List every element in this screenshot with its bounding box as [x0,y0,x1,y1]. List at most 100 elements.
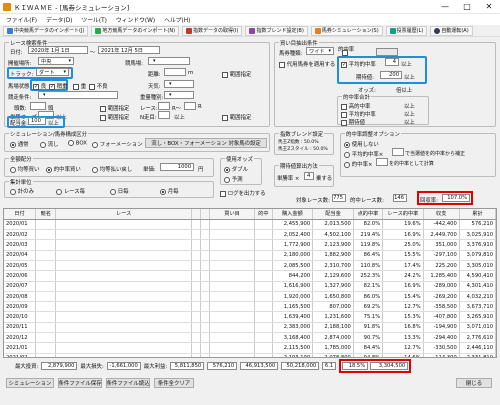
autorun-button[interactable]: 自動運転(A) [430,25,473,36]
adjust-dist-input[interactable] [376,158,388,166]
allot-equal-radio[interactable]: 均等買い [10,165,39,173]
odds-range-checkbox[interactable]: 範囲指定 [100,113,129,121]
adjust-dist-radio[interactable]: 的中率× [344,160,372,168]
minimize-button[interactable]: — [434,0,456,14]
adjust-high-input[interactable] [392,148,404,156]
class-select[interactable] [38,91,118,99]
column-header[interactable]: 競名 [35,209,57,220]
date-to-input[interactable]: 2021年 12月 5日 [98,46,160,54]
table-row[interactable]: 2020/04 2,180,000 1,882,900 86.4% 15.5% -297,… [4,250,496,261]
cond-heavy-checkbox[interactable]: 重 [73,82,86,90]
column-header[interactable]: 的中 [254,209,273,220]
column-header[interactable] [200,209,210,220]
expected-calc-input[interactable]: 4 [304,172,314,180]
date-from-input[interactable]: 2020年 1月 1日 [28,46,88,54]
method-formation-radio[interactable]: フォーメーション [92,140,143,148]
total-month-radio[interactable]: 月毎 [160,187,179,195]
bet-type-select[interactable]: ワイド [306,47,334,55]
maximize-button[interactable]: □ [456,0,478,14]
table-row[interactable]: 2020/10 1,639,400 1,231,600 75.1% 15.3% -407,… [4,311,496,323]
track-select[interactable]: ダート [36,68,69,76]
column-header[interactable]: 日付 [4,209,37,220]
table-row[interactable]: 2020/01 2,455,900 2,013,500 82.0% 19.6% -442,… [4,219,496,231]
racetrack-select[interactable] [148,57,190,65]
race-to-input[interactable] [184,102,196,110]
combined-avg-checkbox[interactable]: 平均的中率 [341,110,376,118]
adjust-high-radio[interactable]: 平均的中率× [344,150,383,158]
blend-settings-button[interactable]: 指数ブレンド設定(B) [245,25,308,36]
menu-tools[interactable]: ツール(T) [81,15,106,24]
substitute-bet-checkbox[interactable]: 代用馬券を適用する [279,60,335,68]
avg-hitrate-checkbox[interactable]: ✓ 平均的中率 [341,60,376,68]
method-normal-radio[interactable]: 通常 [10,140,29,148]
unit-price-input[interactable]: 1000 [160,163,194,171]
table-row[interactable]: 2020/05 2,085,500 2,310,700 110.8% 17.4% 225,… [4,260,496,272]
adjust-none-radio[interactable]: 使用しない [344,140,379,148]
expected-input[interactable]: 200 [380,71,402,79]
column-header[interactable] [191,209,201,220]
total-day-radio[interactable]: 日毎 [110,187,129,195]
combined-exp-checkbox[interactable]: 期待値 [341,118,365,126]
column-header[interactable]: 配当金 [312,209,354,220]
column-header[interactable]: レース [55,209,192,220]
table-row[interactable]: 2020/09 1,165,500 807,000 69.2% 12.7% -358,50… [4,301,496,313]
table-row[interactable]: 2020/12 3,168,400 2,874,000 90.7% 13.3% -294,… [4,332,496,344]
column-header[interactable]: 点的中率 [353,209,384,220]
simulation-button[interactable]: 馬券シミュレーション(S) [310,25,383,36]
target-horse-settings-button[interactable]: 流し・BOX・フォーメーション 対象馬の設定 [145,138,267,148]
log-output-checkbox[interactable]: ログを出力する [220,189,266,197]
close-window-button[interactable]: 閉じる [456,378,492,388]
allot-hitrate-radio[interactable]: 的中率買い [46,165,81,173]
horses-range-checkbox[interactable]: 範囲指定 [100,104,129,112]
nth-range-checkbox[interactable]: 範囲指定 [222,113,251,121]
clear-conditions-button[interactable]: 条件全クリア [154,378,194,388]
column-header[interactable]: レース的中率 [382,209,424,220]
horses-input[interactable] [30,102,46,110]
method-nagashi-radio[interactable]: 流し [40,140,59,148]
weather-select[interactable] [164,80,194,88]
table-row[interactable]: 2020/02 2,052,400 4,502,100 219.4% 16.9% 2,44… [4,229,496,241]
table-row[interactable]: 2020/07 1,616,900 1,327,900 82.1% 16.9% -289,… [4,281,496,292]
method-box-radio[interactable]: BOX [68,140,87,147]
avg-hitrate-input[interactable]: 4 [385,58,399,66]
menu-file[interactable]: ファイル(F) [6,15,37,24]
column-header[interactable]: 買い目 [209,209,256,220]
table-row[interactable]: 2020/06 844,200 2,129,600 252.3% 24.2% 1,285,… [4,270,496,282]
hitrate-input[interactable] [376,48,398,56]
weight-select[interactable] [164,91,194,99]
column-header[interactable]: 収支 [423,209,460,220]
fetch-index-button[interactable]: 指数データの取得(I) [182,25,243,36]
import-local-button[interactable]: 地方競馬データのインポート(N) [91,25,180,36]
table-row[interactable]: 2021/01 2,115,500 1,785,000 84.4% 12.7% -330,… [4,342,496,354]
cond-slight-checkbox[interactable]: ✓ 稍重 [49,82,68,90]
menu-window[interactable]: ウィンドウ(W) [116,15,155,24]
column-header[interactable]: 購入金額 [272,209,314,220]
menu-data[interactable]: データ(D) [46,15,72,24]
menu-help[interactable]: ヘルプ(H) [164,15,190,24]
odds-predict-radio[interactable]: 予測 [224,175,243,183]
min-amount-input[interactable]: 100 [28,117,46,125]
table-row[interactable]: 2020/08 1,920,000 1,650,800 86.0% 15.4% -269,… [4,291,496,303]
simulate-button[interactable]: シミュレーション [6,378,54,388]
table-row[interactable]: 2021/02 2,193,1002,078,80094.8%14.6%-114,… [4,353,496,357]
table-row[interactable]: 2020/11 2,383,000 2,188,100 91.8% 16.8% -194,… [4,322,496,334]
allot-payout-radio[interactable]: 均等払い戻し [92,165,132,173]
total-race-radio[interactable]: レース毎 [56,187,85,195]
total-only-radio[interactable]: 計のみ [10,187,34,195]
history-button[interactable]: 投票履歴(L) [385,25,428,36]
cond-good-checkbox[interactable]: ✓ 良 [33,82,46,90]
import-central-button[interactable]: 中央競馬データのインポート(J) [3,25,89,36]
load-conditions-button[interactable]: 条件ファイル読込 [106,378,150,388]
close-button[interactable]: ✕ [478,0,500,14]
odds-double-radio[interactable]: ダブル [224,165,248,173]
column-header[interactable]: 累計 [459,209,496,220]
cond-bad-checkbox[interactable]: 不良 [89,82,108,90]
distance-input[interactable] [164,68,186,76]
table-row[interactable]: 2020/03 1,772,900 2,123,900 119.8% 25.0% 351,… [4,239,496,251]
race-from-input[interactable] [158,102,170,110]
save-conditions-button[interactable]: 条件ファイル保存 [58,378,102,388]
high-hitrate-checkbox[interactable]: 高的中率 [341,102,370,110]
venue-select[interactable]: 中央 [38,57,74,65]
range-checkbox[interactable]: 範囲指定 [222,70,251,78]
nth-input[interactable] [158,111,170,119]
